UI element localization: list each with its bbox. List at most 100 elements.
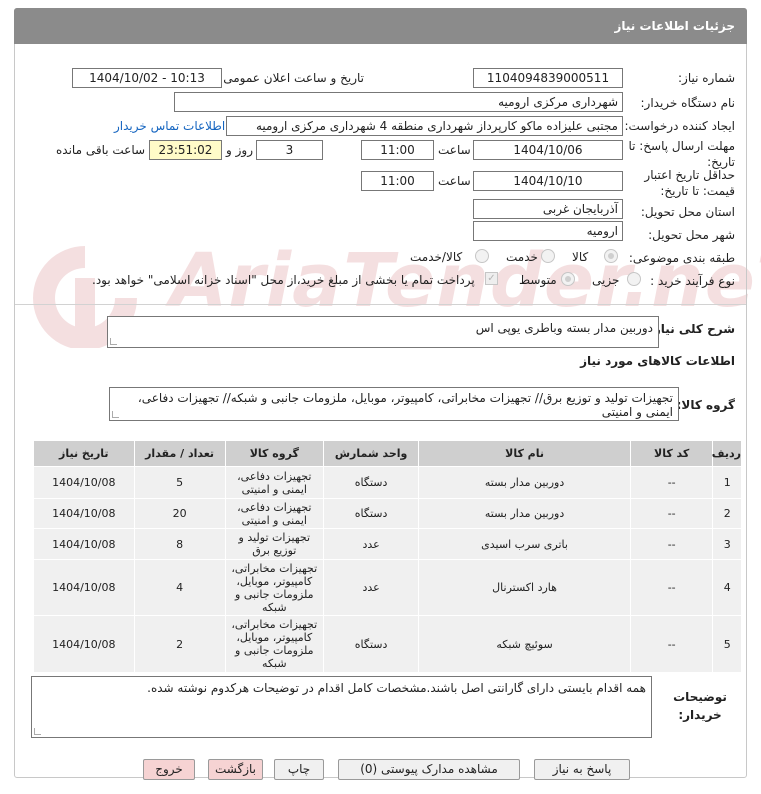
buyer-org-field: شهرداری مرکزی ارومیه [174,92,623,112]
cell-group: تجهیزات تولید و توزیع برق [224,528,325,560]
buyer-org-label: نام دستگاه خریدار: [640,96,736,110]
price-validity-label: حداقل تاریخ اعتبار قیمت: تا تاریخ: [644,168,735,198]
remaining-time-label: ساعت باقی مانده [56,143,146,157]
cell-row: 4 [712,559,742,616]
cell-qty: 2 [133,615,226,673]
cell-code: -- [629,528,714,560]
goods-group-field: تجهیزات تولید و توزیع برق// تجهیزات مخاب… [109,387,679,421]
back-button[interactable]: بازگشت [208,759,263,780]
cell-group: تجهیزات مخابراتی، کامپیوتر، موبایل، ملزو… [224,559,325,616]
cell-name: هارد اکسترنال [418,559,631,616]
buyer-contact-link[interactable]: اطلاعات تماس خریدار [114,119,225,133]
buyer-notes-label: توضیحات خریدار: [673,690,727,722]
column-header: ردیف [712,440,742,467]
cell-unit: دستگاه [322,615,420,673]
need-number-field: 1104094839000511 [473,68,623,88]
category-option-service: خدمت [506,250,538,264]
table-row: 2 -- دوربین مدار بسته دستگاه تجهیزات دفا… [33,498,742,529]
table-header-row: ردیف کد کالا نام کالا واحد شمارش گروه کا… [33,440,742,467]
cell-date: 1404/10/08 [33,466,135,499]
table-row: 3 -- باتری سرب اسیدی عدد تجهیزات تولید و… [33,528,742,560]
buyer-notes-field: همه اقدام بایستی دارای گارانتی اصل باشند… [31,676,652,738]
cell-qty: 4 [133,559,226,616]
remaining-time-field: 23:51:02 [149,140,222,160]
treasury-checkbox[interactable]: ✓ [485,272,498,285]
reply-date-field: 1404/10/06 [473,140,623,160]
cell-unit: دستگاه [322,498,420,529]
cell-name: دوربین مدار بسته [418,466,631,499]
column-header: کد کالا [629,440,714,467]
cell-date: 1404/10/08 [33,559,135,616]
process-option-medium: متوسط [519,273,557,287]
description-label: شرح کلی نیاز: [649,322,735,336]
category-radio-goods[interactable] [604,249,618,263]
cell-date: 1404/10/08 [33,498,135,529]
process-option-small: جزیی [592,273,620,287]
page-title: جزئیات اطلاعات نیاز [614,19,735,33]
cell-date: 1404/10/08 [33,528,135,560]
cell-qty: 5 [133,466,226,499]
city-label: شهر محل تحویل: [648,228,735,242]
announce-date-field: 1404/10/02 - 10:13 [72,68,222,88]
table-row: 4 -- هارد اکسترنال عدد تجهیزات مخابراتی،… [33,559,742,616]
cell-qty: 20 [133,498,226,529]
cell-row: 3 [712,528,742,560]
announce-date-label: تاریخ و ساعت اعلان عمومی: [219,71,364,85]
category-radio-service[interactable] [541,249,555,263]
cell-unit: عدد [322,559,420,616]
reply-deadline-label: مهلت ارسال پاسخ: تا تاریخ: [628,139,735,169]
cell-unit: عدد [322,528,420,560]
column-header: نام کالا [418,440,631,467]
cell-name: باتری سرب اسیدی [418,528,631,560]
category-radio-goods-service[interactable] [475,249,489,263]
cell-code: -- [629,498,714,529]
column-header: گروه کالا [224,440,325,467]
city-field: ارومیه [473,221,623,241]
creator-label: ایجاد کننده درخواست: [624,119,735,133]
cell-row: 1 [712,466,742,499]
cell-row: 5 [712,615,742,673]
cell-unit: دستگاه [322,466,420,499]
column-header: تاریخ نیاز [33,440,135,467]
province-field: آذربایجان غربی [473,199,623,219]
category-option-goods: کالا [572,250,589,264]
payment-note: پرداخت تمام یا بخشی از مبلغ خرید،از محل … [92,273,475,287]
validity-date-field: 1404/10/10 [473,171,623,191]
print-button[interactable]: چاپ [274,759,324,780]
goods-table: ردیف کد کالا نام کالا واحد شمارش گروه کا… [33,440,742,673]
divider [15,304,746,305]
reply-button[interactable]: پاسخ به نیاز [534,759,630,780]
creator-field: مجتبی علیزاده ماکو کارپرداز شهرداری منطق… [226,116,623,136]
category-label: طبقه بندی موضوعی: [628,251,735,265]
process-label: نوع فرآیند خرید : [650,274,735,288]
cell-qty: 8 [133,528,226,560]
days-label: روز و [226,143,253,157]
cell-code: -- [629,559,714,616]
need-number-label: شماره نیاز: [678,71,735,85]
reply-time-field: 11:00 [361,140,434,160]
exit-button[interactable]: خروج [143,759,195,780]
description-field: دوربین مدار بسته وباطری یوپی اس [107,316,659,348]
column-header: واحد شمارش [322,440,420,467]
validity-time-label: ساعت [438,174,471,188]
process-radio-medium[interactable] [561,272,575,286]
column-header: تعداد / مقدار [133,440,226,467]
table-row: 1 -- دوربین مدار بسته دستگاه تجهیزات دفا… [33,466,742,499]
category-option-goods-service: کالا/خدمت [410,250,463,264]
cell-group: تجهیزات دفاعی، ایمنی و امنیتی [224,466,325,499]
cell-code: -- [629,466,714,499]
validity-time-field: 11:00 [361,171,434,191]
cell-group: تجهیزات دفاعی، ایمنی و امنیتی [224,498,325,529]
cell-name: سوئیچ شبکه [418,615,631,673]
panel-header: جزئیات اطلاعات نیاز [14,8,747,44]
reply-time-label: ساعت [438,143,471,157]
cell-group: تجهیزات مخابراتی، کامپیوتر، موبایل، ملزو… [224,615,325,673]
view-attachments-button[interactable]: مشاهده مدارک پیوستی (0) [338,759,520,780]
cell-row: 2 [712,498,742,529]
province-label: استان محل تحویل: [640,205,735,219]
days-field: 3 [256,140,323,160]
process-radio-small[interactable] [627,272,641,286]
goods-group-label: گروه کالا: [676,398,735,412]
cell-date: 1404/10/08 [33,615,135,673]
cell-code: -- [629,615,714,673]
